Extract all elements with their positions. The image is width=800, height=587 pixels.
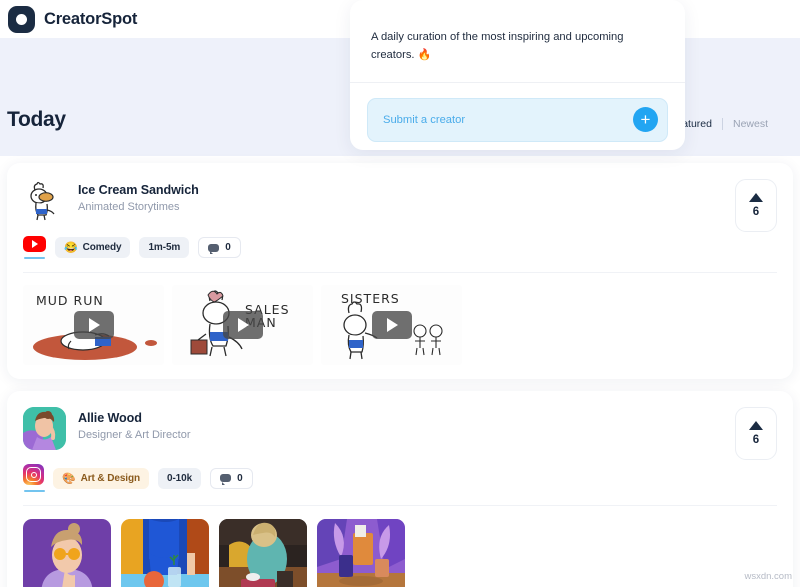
comment-count: 0 [225,242,231,253]
video-thumbnail[interactable]: SISTERS [321,285,462,365]
creator-header: Allie Wood Designer & Art Director [23,407,777,450]
video-thumbnail[interactable]: SALES MAN [172,285,313,365]
creator-meta-row: 🎨 Art & Design 0-10k 0 [23,464,777,492]
comment-bubble-icon [208,243,220,254]
submit-description: A daily curation of the most inspiring a… [350,0,685,65]
laughing-emoji-icon: 😂 [64,242,78,254]
avatar [23,179,66,222]
creator-card: Ice Cream Sandwich Animated Storytimes 😂… [7,163,793,379]
creator-name: Ice Cream Sandwich [78,183,199,197]
photo-thumbnail[interactable] [23,519,111,587]
submit-divider [350,81,685,83]
creator-meta-row: 😂 Comedy 1m-5m 0 [23,236,777,259]
comments-pill[interactable]: 0 [198,237,241,258]
photo-thumbnail[interactable] [219,519,307,587]
triangle-up-icon [749,193,763,202]
fire-emoji-icon: 🔥 [417,49,432,62]
watermark: wsxdn.com [744,571,792,582]
play-icon[interactable] [222,311,263,339]
comment-bubble-icon [220,474,232,485]
duration-pill: 1m-5m [139,237,190,258]
plus-icon[interactable]: + [633,107,658,133]
upvote-count: 6 [752,206,760,218]
active-platform-indicator [24,256,45,259]
brand-name: CreatorSpot [44,9,138,28]
play-icon[interactable] [73,311,114,339]
comment-count: 0 [237,472,243,484]
brand-logo[interactable]: CreatorSpot [8,5,138,33]
submit-creator-card: A daily curation of the most inspiring a… [350,0,685,150]
creator-subtitle: Animated Storytimes [78,201,180,213]
upvote-button[interactable]: 6 [735,179,777,232]
creator-header: Ice Cream Sandwich Animated Storytimes [23,179,777,222]
play-icon[interactable] [371,311,412,339]
tab-newest[interactable]: Newest [723,118,778,130]
creator-info: Allie Wood Designer & Art Director [78,407,190,441]
triangle-up-icon [749,421,763,430]
upvote-count: 6 [752,434,760,446]
video-title: MUD RUN [36,293,104,308]
page-title: Today [7,108,66,131]
instagram-icon[interactable] [23,464,44,485]
audience-label: 0-10k [166,472,193,484]
creator-feed: Ice Cream Sandwich Animated Storytimes 😂… [0,163,800,587]
submit-description-text: A daily curation of the most inspiring a… [371,31,624,62]
video-title: SISTERS [341,291,400,306]
creator-subtitle: Designer & Art Director [78,429,191,441]
active-platform-indicator [24,489,45,492]
photo-thumbnail[interactable] [121,519,209,587]
category-label: Comedy [82,242,122,253]
app-root: CreatorSpot Today Featured Newest A dail… [0,0,800,587]
photo-thumbnail[interactable] [317,519,405,587]
circle-logo-icon [8,5,35,33]
platform-tab[interactable] [23,464,45,492]
creator-card: Allie Wood Designer & Art Director 🎨 Art… [7,391,793,587]
video-thumbnail[interactable]: MUD RUN [23,285,164,365]
palette-emoji-icon: 🎨 [62,472,76,485]
category-label: Art & Design [80,472,140,484]
creator-name: Allie Wood [78,411,142,425]
creator-info: Ice Cream Sandwich Animated Storytimes [78,179,199,213]
submit-input-placeholder: Submit a creator [383,113,466,126]
video-thumbnail-strip: MUD RUN SALES SISTERS [23,273,777,379]
youtube-icon[interactable] [23,236,46,252]
photo-thumbnail-strip [23,506,777,587]
audience-pill: 0-10k [157,467,202,489]
submit-creator-input[interactable]: Submit a creator + [367,97,668,142]
upvote-button[interactable]: 6 [735,407,777,460]
category-pill[interactable]: 😂 Comedy [55,237,131,258]
duration-label: 1m-5m [148,242,181,253]
comments-pill[interactable]: 0 [210,467,253,489]
avatar [23,407,66,450]
category-pill[interactable]: 🎨 Art & Design [53,467,149,489]
platform-tab[interactable] [23,236,46,259]
